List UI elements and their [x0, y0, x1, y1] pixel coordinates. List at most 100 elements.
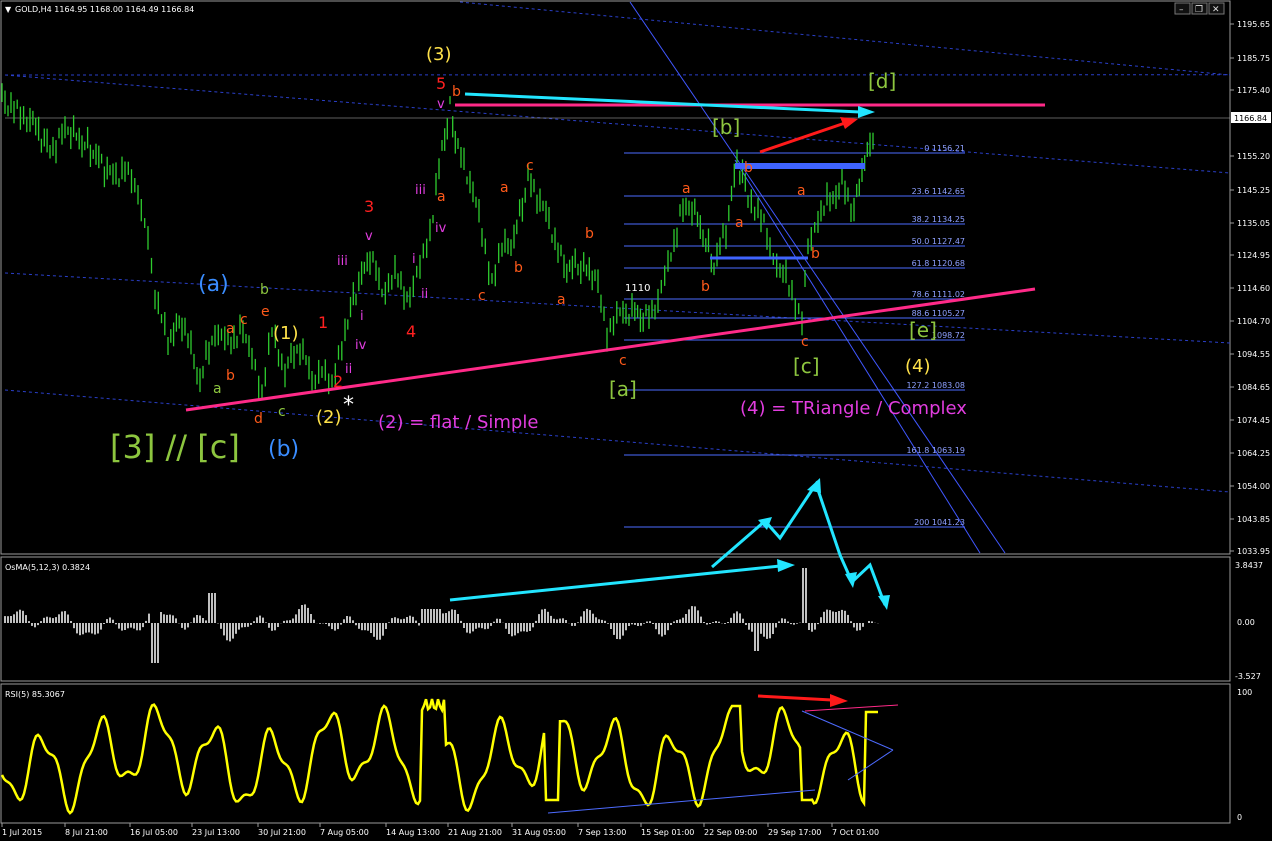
- osma-bar: [199, 615, 201, 623]
- osma-bar: [439, 609, 441, 623]
- minor-ii-2: ii: [421, 287, 428, 302]
- osma-bar: [319, 623, 321, 624]
- osma-bar: [859, 623, 861, 631]
- osma-bar: [352, 620, 354, 623]
- sub-a-4: a: [557, 292, 566, 308]
- osma-bar: [679, 619, 681, 623]
- sub-e-1: e: [261, 304, 270, 320]
- osma-bar: [571, 623, 573, 626]
- osma-bar: [760, 623, 762, 634]
- osma-bar: [805, 568, 807, 623]
- osma-bar: [793, 623, 795, 625]
- osma-bar: [727, 622, 729, 623]
- osma-bar: [103, 623, 105, 624]
- price-tick-label: 1124.95: [1237, 251, 1270, 260]
- price-tick-label: 1135.05: [1237, 219, 1270, 228]
- osma-bar: [154, 623, 156, 663]
- osma-bar: [82, 623, 84, 635]
- symbol-dropdown-icon[interactable]: ▼: [5, 5, 12, 14]
- osma-bar: [661, 623, 663, 637]
- fib-level-label: 200 1041.23: [914, 518, 965, 527]
- sub-a-3: a: [500, 180, 509, 196]
- wave-b-blue: (b): [268, 437, 299, 462]
- chart-window[interactable]: ▼ GOLD,H4 1164.95 1168.00 1164.49 1166.8…: [0, 0, 1272, 841]
- osma-bar: [583, 611, 585, 623]
- osma-bar: [517, 623, 519, 634]
- red-wave-1: 1: [318, 313, 328, 332]
- osma-bar: [10, 616, 12, 623]
- osma-bar: [556, 619, 558, 623]
- osma-bar: [73, 623, 75, 629]
- sub-a-2: a: [437, 189, 446, 205]
- osma-bar: [391, 618, 393, 623]
- osma-bar: [715, 621, 717, 623]
- osma-bar: [151, 623, 153, 663]
- osma-bar: [106, 619, 108, 623]
- osma-bar: [121, 623, 123, 631]
- osma-bar: [676, 620, 678, 623]
- osma-bar: [619, 623, 621, 640]
- close-icon: ✕: [1212, 5, 1220, 15]
- osma-bar: [541, 609, 543, 623]
- osma-bar: [469, 623, 471, 634]
- osma-bar: [298, 609, 300, 623]
- osma-bar: [838, 611, 840, 623]
- osma-bar: [850, 621, 852, 623]
- osma-bar: [544, 608, 546, 623]
- time-tick-label: 1 Jul 2015: [2, 828, 42, 837]
- sub-c-3: c: [526, 158, 534, 174]
- fib-level-label: 50.0 1127.47: [912, 237, 965, 246]
- osma-bar: [79, 623, 81, 636]
- osma-bar: [412, 616, 414, 623]
- osma-bar: [4, 616, 6, 623]
- osma-bar: [283, 620, 285, 623]
- osma-bar: [292, 618, 294, 623]
- osma-axis-zero: 0.00: [1237, 618, 1255, 627]
- osma-bar: [400, 619, 402, 623]
- osma-bar: [190, 622, 192, 623]
- osma-bar: [649, 621, 651, 623]
- osma-bar: [640, 623, 642, 626]
- osma-bar: [616, 623, 618, 639]
- time-tick-label: 30 Jul 21:00: [258, 828, 306, 837]
- osma-bar: [382, 623, 384, 636]
- sub-c-2: c: [478, 288, 486, 304]
- osma-bar: [193, 617, 195, 623]
- blue-zone-bar: [735, 163, 865, 169]
- restore-icon: ❐: [1195, 5, 1203, 15]
- osma-bar: [586, 608, 588, 623]
- osma-bar: [688, 609, 690, 623]
- osma-bar: [841, 609, 843, 623]
- osma-bar: [520, 623, 522, 632]
- osma-bar: [634, 623, 636, 625]
- osma-bar: [7, 616, 9, 623]
- osma-bar: [550, 615, 552, 623]
- osma-bar: [184, 623, 186, 630]
- osma-bar: [97, 623, 99, 634]
- osma-bar: [445, 613, 447, 623]
- osma-bar: [364, 623, 366, 631]
- osma-bar: [574, 623, 576, 626]
- time-tick-label: 21 Aug 21:00: [448, 828, 502, 837]
- sub-b-3: b: [514, 260, 523, 276]
- osma-bar: [310, 614, 312, 623]
- osma-bar: [499, 618, 501, 623]
- level-1110-label: 1110: [625, 283, 650, 294]
- osma-bar: [643, 623, 645, 624]
- osma-bar: [88, 623, 90, 633]
- price-tick-label: 1155.20: [1237, 152, 1270, 161]
- wave-e-square: [e]: [909, 318, 937, 342]
- osma-bar: [232, 623, 234, 639]
- minor-iii-2: iii: [415, 183, 426, 198]
- osma-bar: [685, 614, 687, 623]
- osma-bar: [538, 614, 540, 623]
- minor-i: i: [360, 309, 364, 324]
- osma-bar: [43, 617, 45, 623]
- osma-bar: [856, 623, 858, 631]
- osma-bar: [16, 611, 18, 623]
- osma-bar: [211, 593, 213, 623]
- osma-bar: [652, 623, 654, 624]
- osma-bar: [862, 623, 864, 627]
- time-tick-label: 23 Jul 13:00: [192, 828, 240, 837]
- osma-bar: [94, 623, 96, 635]
